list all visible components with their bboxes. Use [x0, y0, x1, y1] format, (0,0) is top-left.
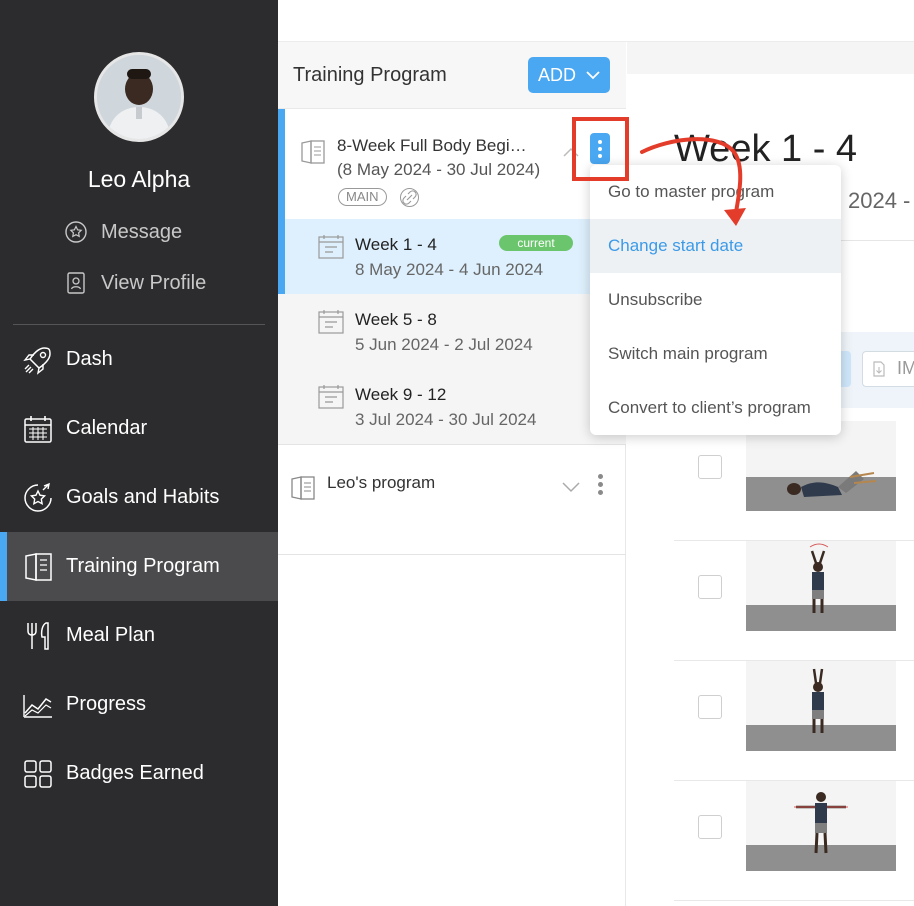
sidebar-item-training-program[interactable]: Training Program: [0, 532, 278, 601]
exercise-row[interactable]: [674, 781, 914, 901]
sidebar-item-label: Calendar: [66, 417, 148, 439]
menu-item-unsubscribe[interactable]: Unsubscribe: [590, 273, 841, 327]
exercise-row[interactable]: [674, 661, 914, 781]
view-profile-label: View Profile: [101, 271, 207, 294]
week-calendar-icon: [318, 235, 344, 259]
file-icon: [873, 361, 885, 377]
sidebar-item-badges[interactable]: Badges Earned: [0, 739, 278, 808]
more-options-icon[interactable]: [598, 474, 603, 495]
goal-star-icon: [24, 482, 52, 512]
view-profile-link[interactable]: View Profile: [64, 269, 206, 297]
import-button-label: IM: [897, 358, 914, 378]
sidebar-item-label: Badges Earned: [66, 762, 204, 784]
week-dates: 3 Jul 2024 - 30 Jul 2024: [355, 410, 537, 429]
week-dates: 8 May 2024 - 4 Jun 2024: [355, 260, 544, 279]
exercise-thumbnail[interactable]: [746, 781, 896, 871]
second-program-item[interactable]: Leo's program: [278, 445, 626, 555]
progress-chart-icon: [23, 694, 52, 718]
avatar[interactable]: [94, 52, 184, 142]
week-item[interactable]: Week 5 - 8 5 Jun 2024 - 2 Jul 2024: [278, 294, 626, 369]
top-bar: [278, 0, 914, 42]
sidebar-item-label: Meal Plan: [66, 624, 155, 646]
program-book-icon: [291, 476, 315, 500]
sidebar-item-progress[interactable]: Progress: [0, 670, 278, 739]
content-band: [627, 42, 914, 74]
profile-card-icon: [67, 272, 85, 294]
week-name: Week 1 - 4: [355, 235, 437, 254]
week-item[interactable]: Week 9 - 12 3 Jul 2024 - 30 Jul 2024: [278, 369, 626, 444]
programs-title: Training Program: [293, 64, 447, 86]
programs-header: Training Program ADD: [278, 42, 626, 109]
week-calendar-icon: [318, 310, 344, 334]
menu-item-convert[interactable]: Convert to client’s program: [590, 381, 841, 435]
chevron-down-icon: [586, 70, 600, 79]
add-button-label: ADD: [537, 64, 576, 85]
sidebar: Leo Alpha Message View Profile Dash Cale…: [0, 0, 278, 906]
add-button[interactable]: ADD: [528, 57, 610, 93]
exercise-checkbox[interactable]: [698, 575, 722, 599]
grid-icon: [24, 759, 52, 788]
sidebar-item-goals[interactable]: Goals and Habits: [0, 463, 278, 532]
main-program-dates: (8 May 2024 - 30 Jul 2024): [337, 160, 541, 179]
annotation-arrow-icon: [640, 137, 746, 226]
user-name: Leo Alpha: [87, 166, 191, 192]
exercise-thumbnail[interactable]: [746, 661, 896, 751]
week-item[interactable]: Week 1 - 4 current 8 May 2024 - 4 Jun 20…: [278, 219, 626, 294]
exercise-checkbox[interactable]: [698, 455, 722, 479]
week-dates: 5 Jun 2024 - 2 Jul 2024: [355, 335, 533, 354]
sidebar-item-meal-plan[interactable]: Meal Plan: [0, 601, 278, 670]
second-program-name: Leo's program: [327, 473, 436, 492]
week-name: Week 5 - 8: [355, 310, 437, 329]
main-program-name: 8-Week Full Body Begi…: [337, 136, 527, 155]
exercise-row[interactable]: [674, 541, 914, 661]
sidebar-item-label: Training Program: [66, 555, 220, 577]
main-badge: MAIN: [338, 188, 387, 206]
program-book-icon: [301, 140, 325, 164]
exercise-checkbox[interactable]: [698, 815, 722, 839]
message-label: Message: [101, 220, 183, 243]
week-calendar-icon: [318, 385, 344, 409]
week-name: Week 9 - 12: [355, 385, 447, 404]
menu-item-switch-main[interactable]: Switch main program: [590, 327, 841, 381]
current-badge: current: [499, 235, 573, 251]
message-link[interactable]: Message: [64, 218, 182, 246]
fork-knife-icon: [27, 621, 49, 650]
sidebar-item-label: Dash: [66, 348, 113, 370]
rocket-icon: [23, 346, 51, 375]
exercise-checkbox[interactable]: [698, 695, 722, 719]
week-subdate: 2024 -: [848, 188, 911, 213]
message-star-icon: [65, 221, 87, 243]
exercise-thumbnail[interactable]: [746, 541, 896, 631]
link-icon: [400, 188, 419, 207]
sidebar-item-dash[interactable]: Dash: [0, 325, 278, 394]
chevron-down-icon[interactable]: [562, 482, 580, 493]
sidebar-item-calendar[interactable]: Calendar: [0, 394, 278, 463]
exercise-row[interactable]: [674, 421, 914, 541]
sidebar-item-label: Progress: [66, 693, 147, 715]
sidebar-item-label: Goals and Habits: [66, 486, 220, 508]
calendar-icon: [24, 415, 52, 443]
book-icon: [25, 552, 52, 581]
